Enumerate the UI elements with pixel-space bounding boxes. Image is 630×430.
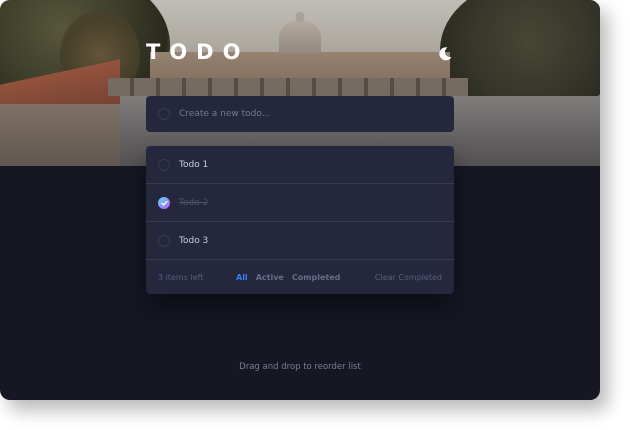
- reorder-hint: Drag and drop to reorder list: [239, 362, 361, 372]
- todo-item[interactable]: Todo 2: [146, 184, 454, 222]
- todo-checkbox-checked[interactable]: [158, 196, 170, 209]
- filter-all[interactable]: All: [236, 273, 248, 282]
- header-background-image: [0, 0, 600, 166]
- filter-active[interactable]: Active: [256, 273, 284, 282]
- list-footer: 3 items left All Active Completed Clear …: [146, 260, 454, 294]
- app-window: TODO Todo 1 Todo 2 Todo 3 3 items left: [0, 0, 600, 400]
- todo-label: Todo 1: [179, 159, 209, 170]
- todo-checkbox[interactable]: [158, 234, 170, 247]
- app-title: TODO: [146, 40, 250, 64]
- todo-item[interactable]: Todo 3: [146, 222, 454, 260]
- items-left-count: 3 items left: [158, 272, 204, 282]
- filter-completed[interactable]: Completed: [292, 273, 341, 282]
- todo-checkbox[interactable]: [158, 158, 170, 171]
- check-icon: [160, 200, 168, 206]
- filter-tabs: All Active Completed: [236, 273, 340, 282]
- theme-toggle-button[interactable]: [437, 46, 453, 62]
- moon-icon: [439, 47, 452, 61]
- clear-completed-button[interactable]: Clear Completed: [375, 273, 442, 282]
- todo-label: Todo 3: [179, 235, 209, 246]
- new-todo-input[interactable]: [179, 109, 439, 119]
- todo-label: Todo 2: [179, 197, 209, 208]
- todo-item[interactable]: Todo 1: [146, 146, 454, 184]
- new-todo-card: [146, 96, 454, 132]
- new-todo-circle: [158, 108, 170, 120]
- todo-list: Todo 1 Todo 2 Todo 3 3 items left All Ac…: [146, 146, 454, 294]
